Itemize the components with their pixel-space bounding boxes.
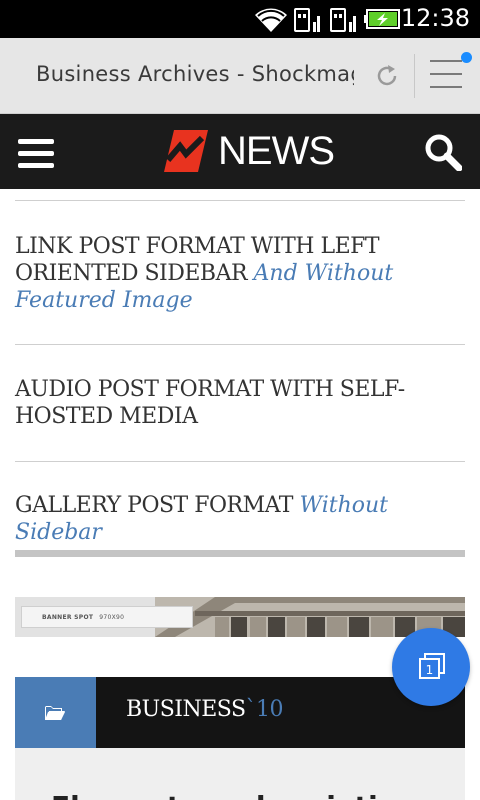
divider — [15, 461, 465, 462]
category-name: BUSINESS — [126, 697, 246, 722]
post-item[interactable]: Link Post Format With Left Oriented Side… — [15, 233, 465, 314]
folder-open-icon — [45, 706, 65, 720]
category-title: BUSINESS`10 — [126, 697, 284, 722]
toolbar-divider — [414, 54, 415, 98]
browser-menu-button[interactable] — [430, 60, 464, 90]
page-title[interactable]: Business Archives - Shockmag — [36, 62, 354, 86]
divider — [15, 344, 465, 345]
card-headline[interactable]: Elements and variation — [51, 790, 417, 800]
post-card[interactable]: Elements and variation — [15, 748, 465, 800]
divider — [15, 200, 465, 201]
wifi-icon — [255, 8, 287, 32]
banner-ad[interactable]: BANNER SPOT 970X90 — [15, 597, 465, 637]
tab-count: 1 — [426, 663, 434, 677]
browser-toolbar: Business Archives - Shockmag — [0, 38, 480, 114]
banner-size: 970X90 — [99, 614, 125, 621]
banner-label-text: BANNER SPOT — [42, 614, 94, 621]
post-item[interactable]: Audio Post Format With Self-Hosted Media — [15, 376, 465, 430]
sim2-icon — [330, 8, 356, 32]
status-time: 12:38 — [400, 4, 470, 32]
tabs-button[interactable]: 1 — [392, 628, 470, 706]
category-count: `10 — [245, 697, 284, 722]
category-icon-box — [15, 677, 96, 748]
reload-icon[interactable] — [374, 63, 400, 89]
sim1-icon — [294, 8, 320, 32]
post-title[interactable]: Audio Post Format With Self-Hosted Media — [15, 377, 405, 429]
logo-text: NEWS — [218, 129, 335, 173]
post-title[interactable]: Gallery Post Format — [15, 493, 293, 518]
battery-charging-icon — [364, 9, 400, 29]
tabs-switcher-icon: 1 — [419, 653, 445, 679]
logo-mark-icon — [164, 130, 208, 172]
post-item[interactable]: Gallery Post Format Without Sidebar — [15, 492, 465, 546]
section-divider — [15, 550, 465, 557]
status-bar: 12:38 — [0, 0, 480, 38]
banner-label: BANNER SPOT 970X90 — [21, 606, 193, 628]
notification-dot — [461, 52, 472, 63]
nav-menu-icon[interactable] — [18, 139, 54, 169]
search-icon[interactable] — [424, 133, 462, 171]
site-header: NEWS — [0, 114, 480, 189]
